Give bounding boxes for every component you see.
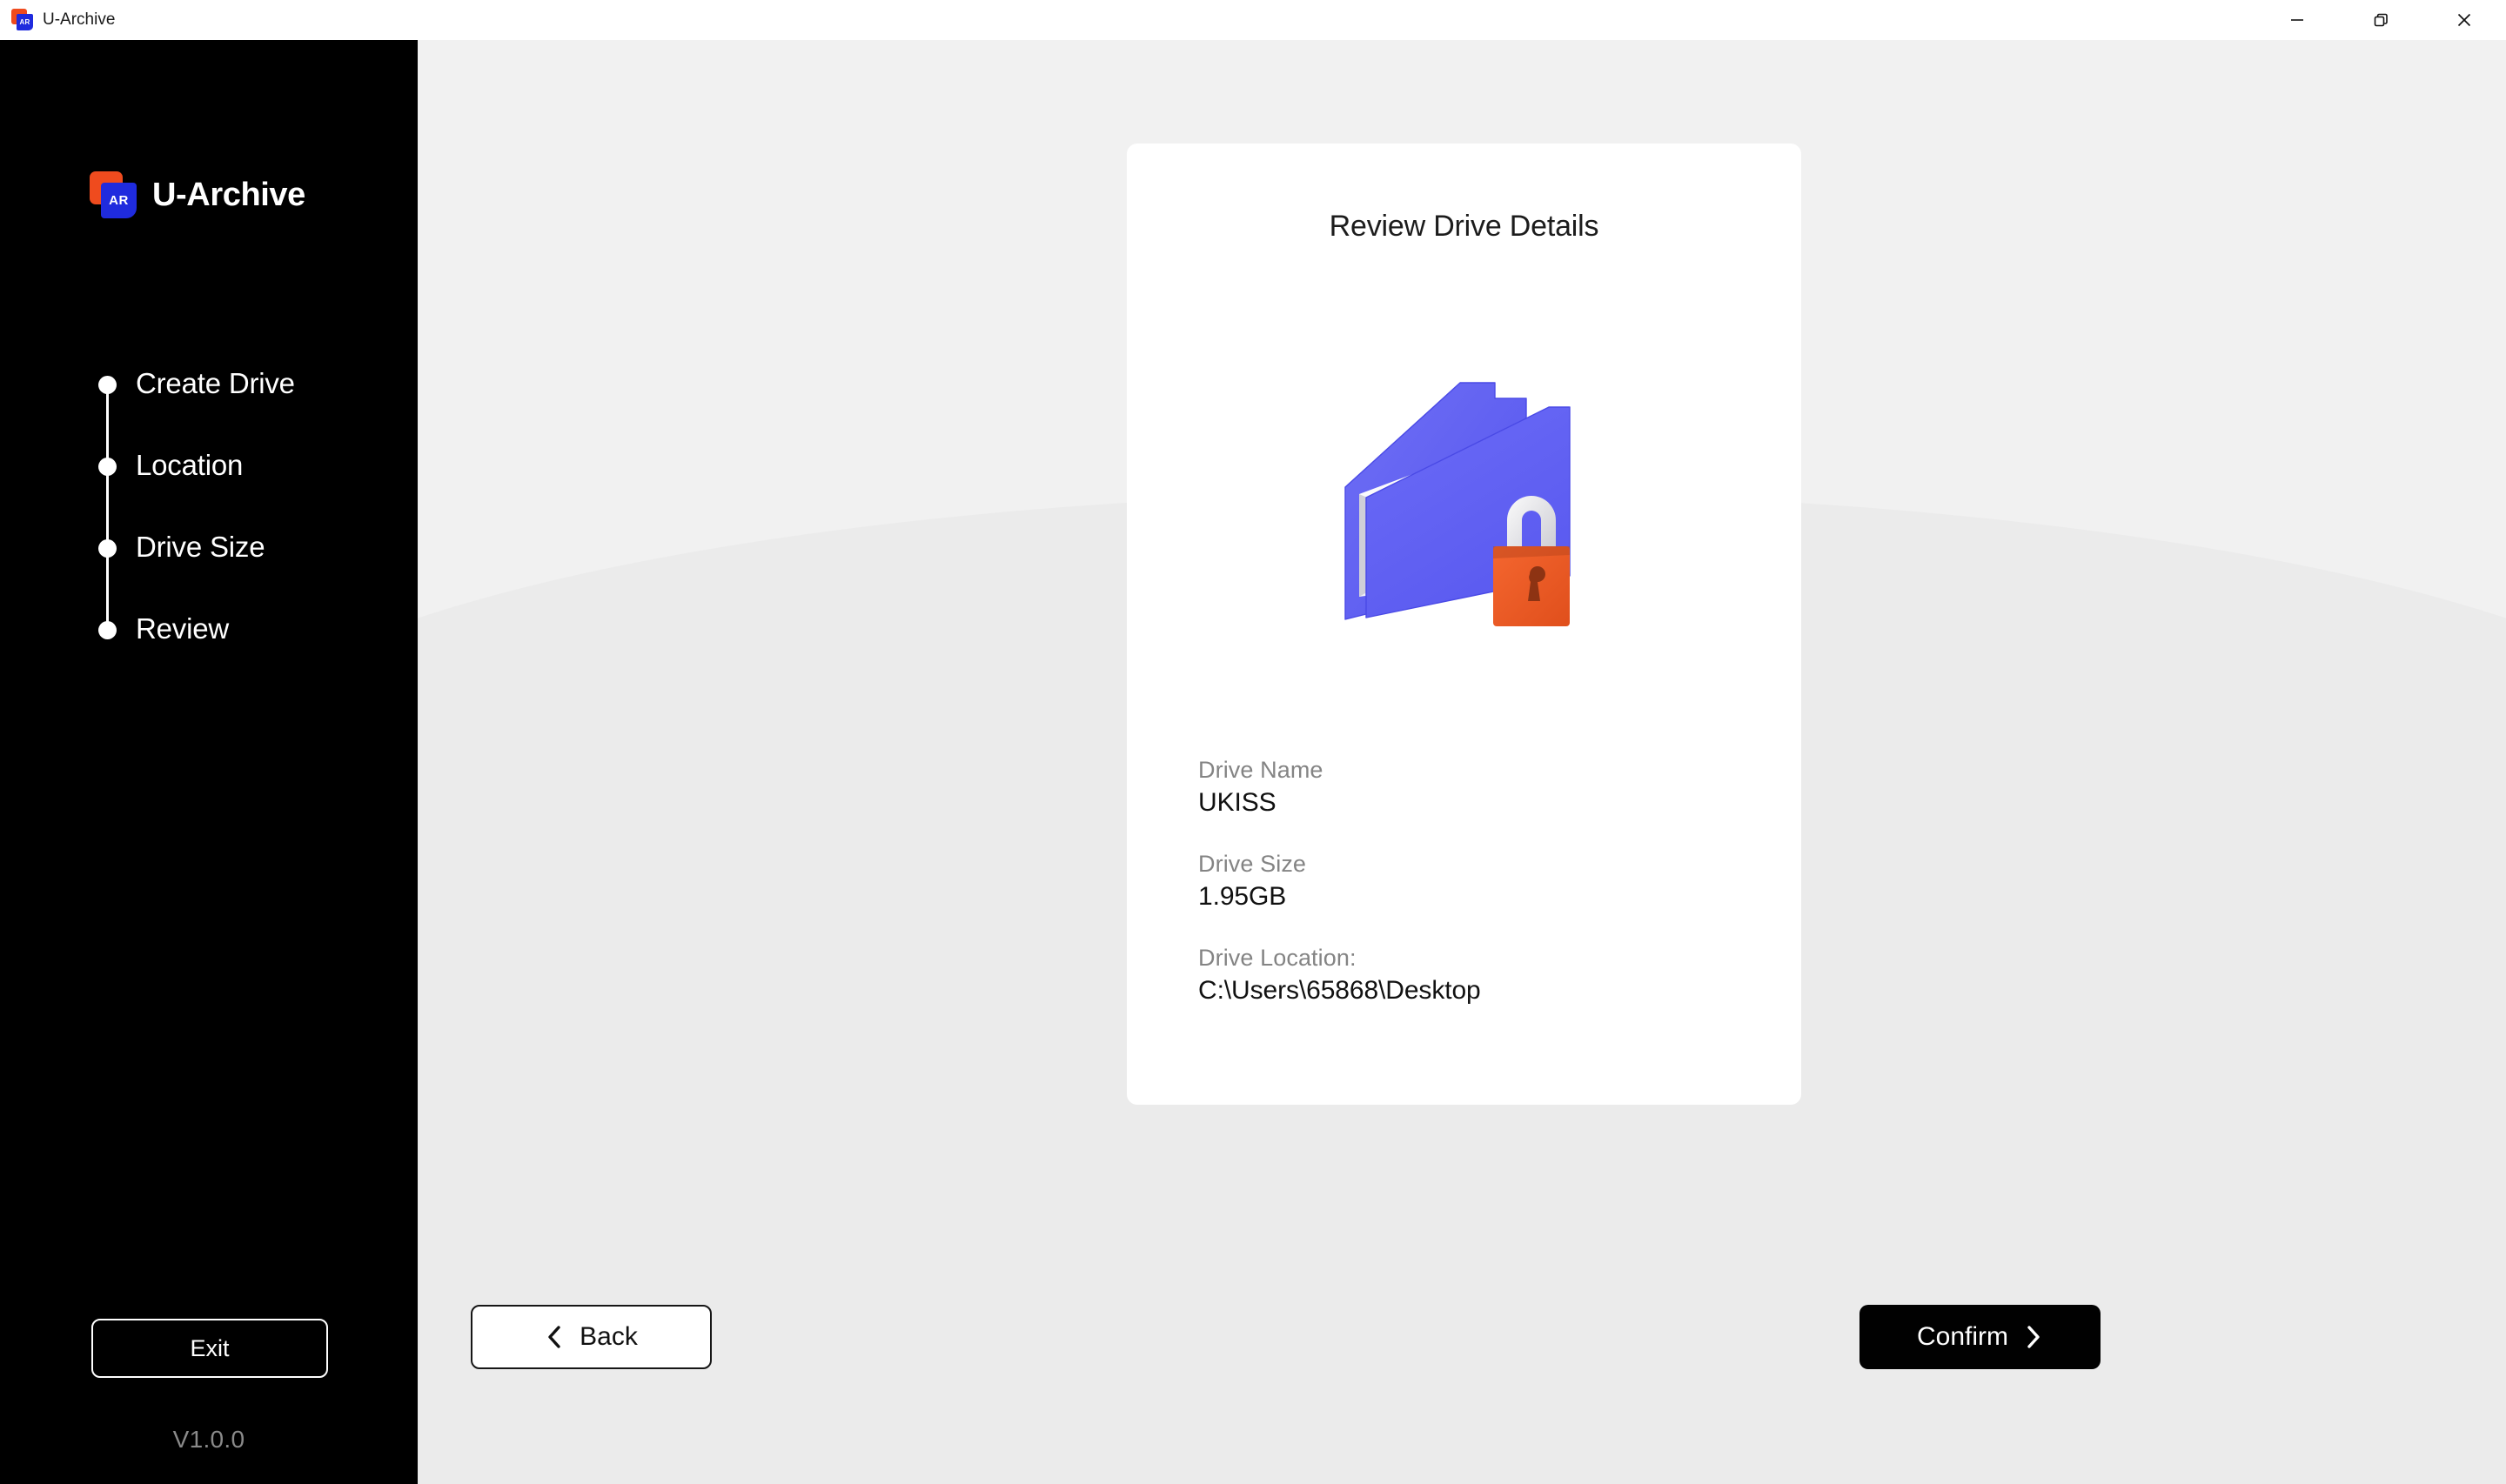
chevron-left-icon (548, 1326, 560, 1348)
step-navigation: Create Drive Location Drive Size Review (98, 362, 385, 645)
restore-icon (2374, 13, 2388, 27)
sidebar-step-label: Review (136, 612, 230, 645)
app-logo-blue-square: AR (17, 14, 33, 30)
detail-value: C:\Users\65868\Desktop (1198, 976, 1481, 1005)
sidebar-step-review[interactable]: Review (98, 607, 385, 645)
sidebar-step-label: Create Drive (136, 367, 295, 399)
brand-name: U-Archive (152, 176, 305, 213)
detail-drive-name: Drive Name UKISS (1198, 757, 1738, 818)
step-dot-icon (98, 458, 117, 476)
sidebar: AR U-Archive Create Drive Location Drive… (0, 40, 418, 1484)
app-logo-badge-text: AR (19, 17, 30, 26)
step-dot-icon (98, 539, 117, 558)
window-title: U-Archive (43, 10, 116, 29)
back-button-label: Back (580, 1322, 638, 1351)
sidebar-step-label: Location (136, 449, 244, 481)
brand-logo-blue-square: AR (101, 183, 137, 218)
close-button[interactable] (2422, 0, 2506, 40)
review-card: Review Drive Details Drive Name UKISS Dr… (1127, 144, 1801, 1105)
minimize-button[interactable] (2255, 0, 2339, 40)
step-dot-icon (98, 621, 117, 639)
sidebar-step-label: Drive Size (136, 531, 265, 563)
step-dot-icon (98, 376, 117, 394)
sidebar-brand: AR U-Archive (90, 171, 305, 218)
title-bar: AR U-Archive (0, 0, 2506, 40)
close-icon (2457, 13, 2471, 27)
detail-value: UKISS (1198, 788, 1276, 817)
detail-value: 1.95GB (1198, 882, 1287, 911)
back-button[interactable]: Back (471, 1305, 712, 1369)
detail-drive-location: Drive Location: C:\Users\65868\Desktop (1198, 945, 1738, 1006)
chevron-right-icon (2027, 1326, 2040, 1348)
brand-logo-badge-text: AR (109, 193, 129, 208)
confirm-button[interactable]: Confirm (1859, 1305, 2101, 1369)
sidebar-step-create-drive[interactable]: Create Drive (98, 362, 385, 444)
maximize-button[interactable] (2339, 0, 2422, 40)
app-version: V1.0.0 (172, 1426, 245, 1453)
sidebar-step-location[interactable]: Location (98, 444, 385, 525)
main-content: Review Drive Details Drive Name UKISS Dr… (418, 40, 2506, 1484)
drive-details: Drive Name UKISS Drive Size 1.95GB Drive… (1198, 757, 1738, 1006)
app-window: AR U-Archive AR U-Archive Create Drive L… (0, 0, 2506, 1484)
app-logo-icon: AR (11, 9, 34, 31)
locked-folder-icon (1321, 357, 1608, 626)
window-controls (2255, 0, 2506, 40)
exit-button[interactable]: Exit (91, 1319, 328, 1378)
title-bar-left: AR U-Archive (0, 9, 115, 31)
confirm-button-label: Confirm (1916, 1322, 2008, 1351)
minimize-icon (2291, 19, 2303, 21)
detail-label: Drive Name (1198, 757, 1323, 783)
detail-label: Drive Location: (1198, 945, 1357, 971)
card-title: Review Drive Details (1329, 210, 1599, 243)
detail-drive-size: Drive Size 1.95GB (1198, 851, 1738, 912)
sidebar-step-drive-size[interactable]: Drive Size (98, 525, 385, 607)
detail-label: Drive Size (1198, 851, 1307, 877)
brand-logo-icon: AR (90, 171, 137, 218)
